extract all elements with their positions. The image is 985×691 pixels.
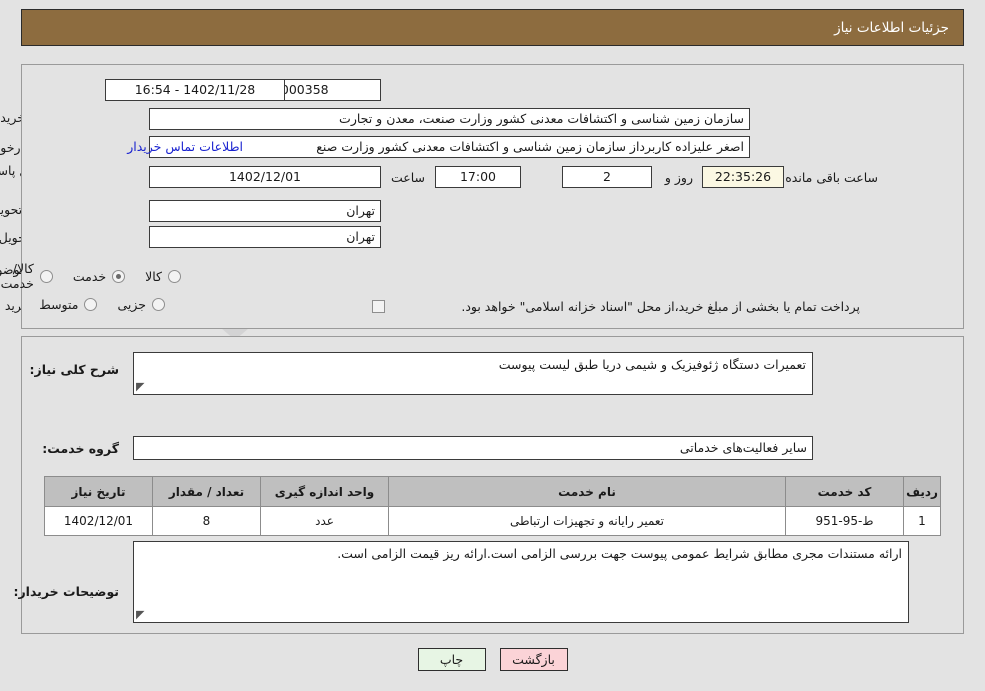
cell-unit: عدد — [260, 506, 389, 536]
province-value: تهران — [149, 200, 381, 222]
service-group-label: گروه خدمت: — [42, 441, 119, 456]
category-radio-group: کالا خدمت کالا/خدمت — [0, 261, 181, 291]
page-title: جزئیات اطلاعات نیاز — [834, 19, 949, 36]
page-header: جزئیات اطلاعات نیاز — [21, 9, 964, 46]
remaining-days-label: روز و — [664, 170, 693, 185]
column-header-code: کد خدمت — [785, 476, 904, 507]
announce-datetime-value: 1402/11/28 - 16:54 — [105, 79, 285, 101]
process-label-motavaset: متوسط — [39, 297, 79, 312]
deadline-time-value: 17:00 — [435, 166, 521, 188]
treasury-note: پرداخت تمام یا بخشی از مبلغ خرید،از محل … — [461, 299, 860, 314]
table-row: 1 ط-95-951 تعمیر رایانه و تجهیزات ارتباط… — [44, 506, 941, 536]
cell-radif: 1 — [903, 506, 941, 536]
return-button[interactable]: بازگشت — [499, 648, 568, 671]
category-radio-kala[interactable] — [168, 269, 181, 283]
city-value: تهران — [149, 226, 381, 248]
process-radio-group: جزیی متوسط — [25, 297, 165, 312]
buyer-contact-link[interactable]: اطلاعات تماس خریدار — [127, 139, 243, 154]
general-desc-textarea[interactable]: تعمیرات دستگاه ژئوفیزیک و شیمی دریا طبق … — [133, 352, 813, 395]
category-radio-kala-khedmat[interactable] — [39, 269, 53, 283]
column-header-radif: ردیف — [903, 476, 941, 507]
column-header-name: نام خدمت — [388, 476, 786, 507]
deadline-hour-label: ساعت — [390, 170, 425, 185]
service-group-value: سایر فعالیت‌های خدماتی — [133, 436, 813, 460]
category-label-kala-khedmat: کالا/خدمت — [0, 261, 34, 291]
buyer-notes-label: توضیحات خریدار: — [13, 584, 119, 599]
countdown-value: 22:35:26 — [702, 166, 784, 188]
remaining-days-value: 2 — [562, 166, 652, 188]
cell-name: تعمیر رایانه و تجهیزات ارتباطی — [388, 506, 786, 536]
services-table: ردیف کد خدمت نام خدمت واحد اندازه گیری ت… — [44, 476, 941, 536]
buyer-notes-textarea[interactable]: ارائه مستندات مجری مطابق شرایط عمومی پیو… — [133, 541, 909, 623]
services-table-wrapper: ردیف کد خدمت نام خدمت واحد اندازه گیری ت… — [44, 476, 941, 536]
resize-grip-icon[interactable]: ◥ — [136, 380, 148, 393]
column-header-unit: واحد اندازه گیری — [260, 476, 389, 507]
category-label-kala: کالا — [145, 268, 162, 284]
treasury-checkbox[interactable] — [372, 300, 385, 313]
process-label-jozi: جزیی — [117, 297, 146, 312]
deadline-date-value: 1402/12/01 — [149, 166, 381, 188]
cell-date: 1402/12/01 — [44, 506, 153, 536]
process-radio-motavaset[interactable] — [84, 298, 98, 311]
cell-code: ط-95-951 — [785, 506, 904, 536]
resize-grip-icon[interactable]: ◥ — [136, 608, 148, 621]
buyer-notes-value: ارائه مستندات مجری مطابق شرایط عمومی پیو… — [337, 546, 902, 561]
category-label-khedmat: خدمت — [72, 268, 107, 284]
footer-actions: بازگشت چاپ — [0, 648, 985, 671]
buyer-org-value: سازمان زمین شناسی و اکتشافات معدنی کشور … — [149, 108, 750, 130]
remaining-time-label: ساعت باقی مانده — [785, 170, 878, 185]
column-header-qty: تعداد / مقدار — [152, 476, 261, 507]
cell-qty: 8 — [152, 506, 261, 536]
category-radio-khedmat[interactable] — [112, 269, 126, 283]
general-desc-value: تعمیرات دستگاه ژئوفیزیک و شیمی دریا طبق … — [498, 357, 806, 372]
print-button[interactable]: چاپ — [417, 648, 486, 671]
table-header-row: ردیف کد خدمت نام خدمت واحد اندازه گیری ت… — [44, 476, 941, 507]
process-radio-jozi[interactable] — [152, 298, 165, 311]
general-desc-label: شرح کلی نیاز: — [29, 362, 119, 377]
column-header-date: تاریخ نیاز — [44, 476, 153, 507]
